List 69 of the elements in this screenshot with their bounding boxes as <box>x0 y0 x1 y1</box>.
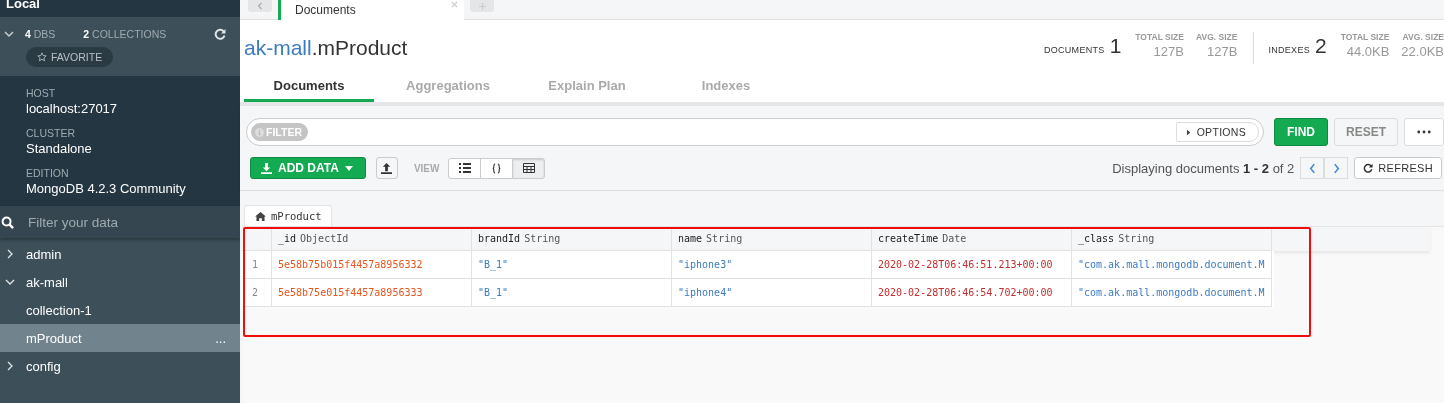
size-label: AVG. SIZE <box>1402 32 1444 42</box>
filter-field[interactable]: Filter your data <box>0 206 240 238</box>
row-number: 2 <box>242 279 272 307</box>
more-icon <box>1417 130 1431 134</box>
stat-count: 2 <box>1315 34 1327 58</box>
next-page-button[interactable] <box>1324 157 1349 179</box>
options-button[interactable]: OPTIONS <box>1175 122 1259 142</box>
back-icon <box>257 2 263 10</box>
table-cell: "B_1" <box>472 279 672 307</box>
paging-text: Displaying documents 1 - 2 of 2 <box>1112 160 1295 176</box>
more-menu[interactable]: ... <box>215 330 226 346</box>
refresh-icon <box>1363 163 1374 173</box>
collection-item[interactable]: collection-1 <box>0 296 240 324</box>
chevron-icon[interactable] <box>4 29 14 39</box>
previous-page-button[interactable] <box>1300 157 1325 179</box>
stat-label: INDEXES <box>1268 45 1310 55</box>
table-cell: "com.ak.mall.mongodb.document.M <box>1072 279 1272 307</box>
info-label: CLUSTER <box>26 127 76 139</box>
download-icon <box>261 162 272 174</box>
table-cell: "iphone4" <box>672 279 872 307</box>
refresh-icon[interactable] <box>214 28 226 40</box>
stat-label: DOCUMENTS <box>1043 45 1105 55</box>
size-value: 44.0KB <box>1346 44 1390 59</box>
db-count: 4 DBS <box>25 28 56 40</box>
size-value: 127B <box>1153 44 1184 59</box>
plus-icon <box>478 2 486 10</box>
view-tab[interactable]: Documents <box>244 72 374 102</box>
favorite-button[interactable]: FAVORITE <box>26 47 114 67</box>
stat-count: 1 <box>1109 34 1122 58</box>
export-button[interactable] <box>375 157 398 179</box>
size-label: AVG. SIZE <box>1195 32 1238 42</box>
table-icon <box>522 163 535 173</box>
caret-icon <box>1186 128 1191 136</box>
home-icon <box>255 211 266 221</box>
database-item[interactable]: config <box>0 352 240 380</box>
collection-item[interactable]: mProduct ... <box>0 324 240 352</box>
braces-icon <box>492 162 502 174</box>
filter-label: FILTER <box>251 123 308 141</box>
database-item[interactable]: admin <box>0 240 240 268</box>
size-label: TOTAL SIZE <box>1135 32 1184 42</box>
star-icon <box>37 52 47 62</box>
query-field[interactable]: FILTER OPTIONS <box>246 118 1264 146</box>
upload-icon <box>381 162 393 174</box>
collection-tab[interactable]: mProduct <box>244 205 332 226</box>
table-cell: 2020-02-28T06:46:54.702+00:00 <box>872 279 1072 307</box>
refresh-button[interactable]: REFRESH <box>1354 157 1442 179</box>
size-value: 22.0KB <box>1401 44 1444 59</box>
size-value: 127B <box>1207 44 1238 59</box>
view-button[interactable] <box>512 157 546 179</box>
view-label: VIEW <box>413 162 440 174</box>
namespace-title: ak-mall.mProduct <box>244 36 408 60</box>
table-cell: 5e58b75e015f4457a8956333 <box>272 279 472 307</box>
info-value: Standalone <box>26 141 93 156</box>
chevron-right-icon <box>1332 162 1340 174</box>
info-value: localhost:27017 <box>26 101 119 116</box>
collection-count: 2 COLLECTIONS <box>83 28 167 40</box>
caret-icon <box>344 165 353 171</box>
info-value: MongoDB 4.2.3 Community <box>26 181 187 196</box>
workspace-tab[interactable]: Documents <box>278 0 464 20</box>
list-icon <box>458 163 471 173</box>
view-button[interactable] <box>448 157 482 179</box>
info-label: HOST <box>26 87 57 99</box>
chevron-left-icon <box>1308 162 1316 174</box>
info-icon <box>255 127 264 137</box>
filter-input[interactable]: Filter your data <box>26 213 220 231</box>
info-label: EDITION <box>26 167 70 179</box>
search-icon <box>1 215 14 229</box>
size-label: TOTAL SIZE <box>1340 32 1390 42</box>
database-item[interactable]: ak-mall <box>0 268 240 296</box>
